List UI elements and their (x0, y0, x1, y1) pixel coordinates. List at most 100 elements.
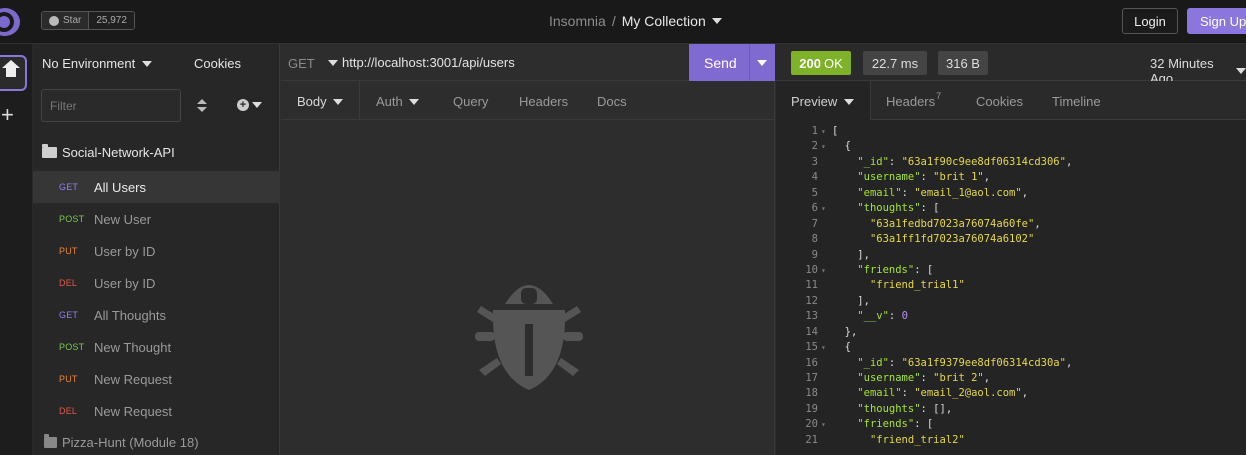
request-name: User by ID (94, 243, 156, 259)
sidebar-request-item[interactable]: PUT New Request (33, 363, 280, 395)
code-text: "_id": "63a1f90c9ee8df06314cd306", (857, 155, 1073, 168)
cookies-button[interactable]: Cookies (194, 56, 241, 71)
code-line: 9 ], (776, 248, 1246, 263)
code-text: "email": "email_1@aol.com", (857, 186, 1029, 199)
line-number: 8 (811, 233, 818, 246)
code-line: 11 "friend_trial1" (776, 278, 1246, 293)
line-number: 15 (805, 341, 818, 354)
code-line: 2 ▾ { (776, 139, 1246, 154)
code-line: 20 ▾ "friends": [ (776, 417, 1246, 432)
code-line: 6 ▾ "thoughts": [ (776, 201, 1246, 216)
sort-icon[interactable] (197, 99, 207, 113)
code-text: ], (832, 248, 870, 261)
request-name: All Users (94, 179, 147, 195)
star-count: 25,972 (89, 12, 134, 29)
line-number: 13 (805, 310, 818, 323)
home-button[interactable] (0, 55, 27, 91)
line-number: 3 (811, 155, 818, 168)
fold-toggle-icon[interactable]: ▾ (821, 139, 826, 154)
line-number: 9 (811, 248, 818, 261)
send-button[interactable]: Send (689, 44, 775, 81)
code-text: ], (832, 294, 870, 307)
tab-divider (870, 81, 871, 120)
status-code: 200 (799, 55, 821, 71)
code-line: 4 "username": "brit 1", (776, 170, 1246, 185)
add-workspace-icon[interactable]: + (1, 104, 14, 126)
tab-docs[interactable]: Docs (597, 94, 627, 109)
line-number: 16 (805, 356, 818, 369)
tab-headers[interactable]: Headers (519, 94, 568, 109)
chevron-down-icon (142, 60, 153, 67)
response-pane: 200 OK 22.7 ms 316 B 32 Minutes Ago Prev… (776, 44, 1246, 455)
sidebar-request-item[interactable]: GET All Thoughts (33, 299, 280, 331)
line-number: 6 (811, 202, 818, 215)
fold-toggle-icon[interactable]: ▾ (821, 417, 826, 432)
response-body-viewer[interactable]: 1 ▾[2 ▾ {3 "_id": "63a1f90c9ee8df06314cd30… (776, 124, 1246, 455)
app-name[interactable]: Insomnia (549, 13, 606, 29)
response-size-badge: 316 B (938, 51, 988, 75)
add-request-button[interactable]: + (237, 99, 262, 111)
url-input[interactable]: http://localhost:3001/api/users (342, 55, 515, 70)
method-label[interactable]: GET (288, 56, 315, 71)
fold-toggle-icon[interactable]: ▾ (821, 340, 826, 355)
code-text: "63a1ff1fd7023a76074a6102" (869, 233, 1035, 246)
chevron-down-icon (252, 102, 262, 108)
tab-query[interactable]: Query (453, 94, 488, 109)
code-text: "thoughts": [ (857, 202, 940, 215)
fold-toggle-icon[interactable]: ▾ (821, 201, 826, 216)
code-line: 7 "63a1fedbd7023a76074a60fe", (776, 217, 1246, 232)
sidebar-request-item[interactable]: POST New User (33, 203, 280, 235)
workspace-folder[interactable]: Social-Network-API (42, 144, 175, 160)
tab-headers-label: Headers (886, 94, 936, 109)
code-text: "friends": [ (857, 263, 934, 276)
insomnia-logo-icon[interactable] (0, 8, 20, 36)
code-text: { (832, 140, 851, 153)
request-method-badge: DEL (59, 406, 78, 416)
tab-preview[interactable]: Preview (791, 94, 855, 109)
tab-response-headers[interactable]: Headers 7 (886, 91, 947, 110)
collection-name[interactable]: My Collection (622, 13, 706, 29)
tab-divider (359, 81, 360, 120)
tab-auth-label: Auth (376, 94, 403, 109)
signup-button[interactable]: Sign Up (1187, 8, 1246, 34)
line-number: 12 (805, 294, 818, 307)
send-options-caret-icon[interactable] (757, 60, 767, 66)
tab-auth[interactable]: Auth (376, 94, 419, 109)
tab-timeline[interactable]: Timeline (1052, 94, 1101, 109)
fold-toggle-icon[interactable]: ▾ (821, 263, 826, 278)
line-number: 17 (805, 372, 818, 384)
filter-input[interactable] (41, 89, 181, 122)
method-dropdown-icon[interactable] (328, 60, 338, 66)
code-text: "_id": "63a1f9379ee8df06314cd30a", (857, 356, 1073, 369)
code-text: }, (832, 325, 858, 338)
environment-selector[interactable]: No Environment (42, 56, 153, 71)
sidebar-request-item[interactable]: DEL User by ID (33, 267, 280, 299)
sidebar-request-item[interactable]: DEL New Request (33, 395, 280, 427)
sidebar-request-item[interactable]: PUT User by ID (33, 235, 280, 267)
line-number: 19 (805, 402, 818, 415)
github-star-widget[interactable]: Star 25,972 (41, 11, 135, 30)
sidebar-request-item[interactable]: GET All Users (33, 171, 280, 203)
folder-item[interactable]: Pizza-Hunt (Module 18) (44, 434, 199, 450)
tab-body[interactable]: Body (297, 94, 343, 109)
code-line: 1 ▾ [ (776, 124, 1246, 139)
environment-label: No Environment (42, 56, 136, 71)
request-method-badge: POST (59, 342, 85, 352)
chevron-down-icon (332, 98, 343, 105)
send-label: Send (704, 54, 737, 71)
line-number: 18 (805, 387, 818, 400)
chevron-down-icon (1236, 68, 1246, 74)
code-line: 12 ], (776, 294, 1246, 309)
request-name: New Request (94, 371, 173, 387)
fold-toggle-icon[interactable]: ▾ (821, 124, 826, 139)
left-rail: + (0, 44, 33, 455)
request-method-badge: DEL (59, 278, 78, 288)
collection-dropdown-caret-icon[interactable] (711, 18, 722, 24)
code-text: "__v": 0 (857, 310, 908, 323)
folder-name: Pizza-Hunt (Module 18) (62, 435, 199, 450)
login-button[interactable]: Login (1122, 8, 1178, 34)
sidebar-request-item[interactable]: POST New Thought (33, 331, 280, 363)
breadcrumb-separator: / (611, 13, 616, 29)
github-star-button[interactable]: Star (42, 12, 90, 29)
tab-response-cookies[interactable]: Cookies (976, 94, 1023, 109)
